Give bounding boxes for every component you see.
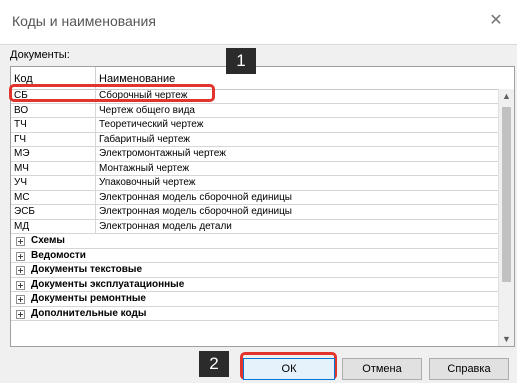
codes-grid[interactable]: Код Наименование СБ Сборочный чертеж ВО Че… [10, 66, 515, 347]
title-bar: Коды и наименования ✕ [0, 0, 517, 45]
cell-code: ЭСБ [14, 206, 35, 217]
table-row[interactable]: УЧ Упаковочный чертеж [11, 176, 500, 191]
group-label: Документы текстовые [31, 264, 143, 275]
group-row[interactable]: Ведомости [11, 249, 500, 263]
cell-name: Электромонтажный чертеж [99, 148, 226, 159]
cell-divider [95, 103, 96, 117]
cell-name: Электронная модель детали [99, 220, 232, 232]
cell-name: Габаритный чертеж [99, 133, 190, 145]
expand-plus-icon[interactable] [16, 280, 25, 290]
group-label: Дополнительные коды [31, 307, 147, 319]
expand-plus-icon[interactable] [16, 251, 25, 261]
group-label: Документы ремонтные [31, 293, 146, 304]
cell-divider [95, 176, 96, 190]
cell-code: ТЧ [14, 119, 27, 130]
cell-name: Упаковочный чертеж [99, 177, 196, 188]
group-row[interactable]: Документы эксплуатационные [11, 278, 500, 292]
scroll-up-icon[interactable]: ▲ [499, 89, 514, 103]
cell-divider [95, 118, 96, 132]
scroll-thumb[interactable] [502, 107, 511, 282]
cell-code: ГЧ [14, 133, 27, 145]
group-row[interactable]: Схемы [11, 234, 500, 249]
group-row[interactable]: Документы ремонтные [11, 292, 500, 307]
table-row[interactable]: МЧ Монтажный чертеж [11, 161, 500, 176]
close-icon[interactable]: ✕ [485, 10, 507, 32]
cell-code: МЧ [14, 162, 29, 174]
cell-divider [95, 147, 96, 161]
cell-code: УЧ [14, 177, 28, 188]
step-badge-1: 1 [226, 48, 256, 74]
cell-code: ВО [14, 104, 29, 116]
table-row[interactable]: ВО Чертеж общего вида [11, 103, 500, 118]
group-label: Документы эксплуатационные [31, 278, 185, 290]
cell-code: МЭ [14, 148, 30, 159]
scroll-down-icon[interactable]: ▼ [499, 332, 514, 346]
window-title: Коды и наименования [12, 13, 156, 29]
expand-plus-icon[interactable] [16, 266, 25, 275]
group-row[interactable]: Документы текстовые [11, 263, 500, 278]
cell-name: Электронная модель сборочной единицы [99, 191, 292, 203]
vertical-scrollbar[interactable]: ▲ ▼ [498, 89, 514, 346]
cell-divider [95, 219, 96, 233]
grid-rows: СБ Сборочный чертеж ВО Чертеж общего вида … [11, 89, 500, 321]
ok-button[interactable]: ОК [243, 358, 335, 380]
cancel-button[interactable]: Отмена [342, 358, 422, 380]
cell-code: МД [14, 220, 30, 232]
expand-plus-icon[interactable] [16, 295, 25, 304]
row-highlight-annotation [9, 84, 215, 102]
table-row[interactable]: ГЧ Габаритный чертеж [11, 132, 500, 147]
cell-name: Чертеж общего вида [99, 104, 195, 116]
group-label: Ведомости [31, 249, 86, 261]
table-row[interactable]: МС Электронная модель сборочной единицы [11, 190, 500, 205]
expand-plus-icon[interactable] [16, 237, 25, 246]
cell-code: МС [14, 191, 30, 203]
help-button[interactable]: Справка [429, 358, 509, 380]
table-row[interactable]: ТЧ Теоретический чертеж [11, 118, 500, 133]
cell-divider [95, 132, 96, 146]
step-badge-2: 2 [199, 351, 229, 377]
cell-divider [95, 205, 96, 219]
group-row[interactable]: Дополнительные коды [11, 307, 500, 321]
expand-plus-icon[interactable] [16, 309, 25, 319]
cell-divider [95, 190, 96, 204]
group-label: Схемы [31, 235, 65, 246]
table-row[interactable]: МЭ Электромонтажный чертеж [11, 147, 500, 162]
table-row[interactable]: ЭСБ Электронная модель сборочной единицы [11, 205, 500, 220]
table-row[interactable]: МД Электронная модель детали [11, 219, 500, 234]
documents-label: Документы: [10, 49, 70, 61]
cell-name: Теоретический чертеж [99, 119, 204, 130]
cell-divider [95, 161, 96, 175]
cell-name: Монтажный чертеж [99, 162, 190, 174]
cell-name: Электронная модель сборочной единицы [99, 206, 292, 217]
